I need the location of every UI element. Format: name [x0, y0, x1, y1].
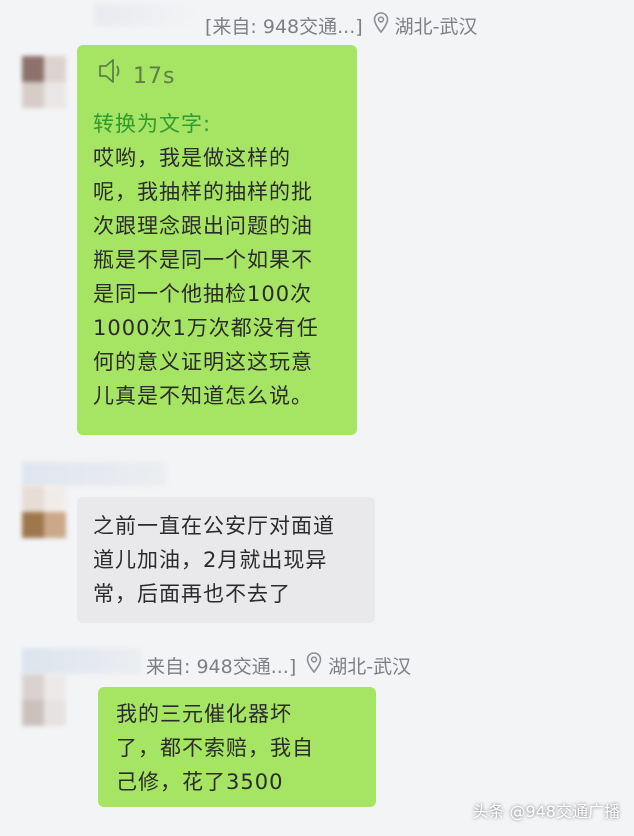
avatar[interactable]	[22, 670, 66, 774]
message-3-header: 来自: 948交通...] 湖北-武汉	[146, 652, 411, 679]
text-message-bubble[interactable]: 之前一直在公安厅对面道 道儿加油，2月就出现异 常，后面再也不去了	[77, 497, 375, 623]
voice-message-bubble[interactable]: 17s 转换为文字: 哎哟，我是做这样的 呢，我抽样的抽样的批 次跟理念跟出问题…	[77, 45, 357, 435]
text-message-bubble[interactable]: 我的三元催化器坏 了，都不索赔，我自 己修，花了3500	[98, 687, 376, 807]
message-line: 之前一直在公安厅对面道	[93, 514, 335, 538]
transcript-line: 1000次1万次都没有任	[93, 316, 319, 340]
transcript-line: 哎哟，我是做这样的	[93, 146, 291, 170]
speaker-icon	[95, 57, 127, 96]
transcript-line: 是同一个他抽检100次	[93, 282, 313, 306]
source-label: [来自: 948交通...]	[205, 16, 363, 38]
message-line: 常，后面再也不去了	[93, 582, 291, 606]
transcript-line: 瓶是不是同一个如果不	[93, 248, 313, 272]
message-text: 我的三元催化器坏 了，都不索赔，我自 己修，花了3500	[116, 697, 314, 799]
watermark: 头条 @948交通广播	[472, 802, 620, 821]
avatar[interactable]	[22, 480, 66, 584]
transcript-line: 次跟理念跟出问题的油	[93, 214, 313, 238]
message-line: 道儿加油，2月就出现异	[93, 548, 328, 572]
blurred-nickname-1	[95, 4, 200, 26]
location-label: 湖北-武汉	[394, 16, 478, 38]
transcript-line: 呢，我抽样的抽样的批	[93, 180, 313, 204]
message-text: 之前一直在公安厅对面道 道儿加油，2月就出现异 常，后面再也不去了	[93, 509, 335, 611]
voice-player[interactable]: 17s	[95, 57, 175, 96]
voice-duration: 17s	[133, 63, 176, 89]
message-line: 我的三元催化器坏	[116, 702, 292, 726]
message-1-header: [来自: 948交通...] 湖北-武汉	[205, 12, 478, 39]
message-line: 己修，花了3500	[116, 770, 284, 794]
transcript: 转换为文字: 哎哟，我是做这样的 呢，我抽样的抽样的批 次跟理念跟出问题的油 瓶…	[93, 107, 319, 413]
message-line: 了，都不索赔，我自	[116, 736, 314, 760]
location-label: 湖北-武汉	[328, 656, 412, 678]
location-pin-icon	[373, 12, 389, 39]
avatar[interactable]	[22, 48, 66, 152]
transcript-line: 儿真是不知道怎么说。	[93, 384, 313, 408]
location-pin-icon	[306, 652, 322, 679]
source-label: 来自: 948交通...]	[146, 656, 297, 678]
transcript-line: 何的意义证明这这玩意	[93, 350, 313, 374]
convert-to-text-label: 转换为文字:	[93, 112, 212, 136]
